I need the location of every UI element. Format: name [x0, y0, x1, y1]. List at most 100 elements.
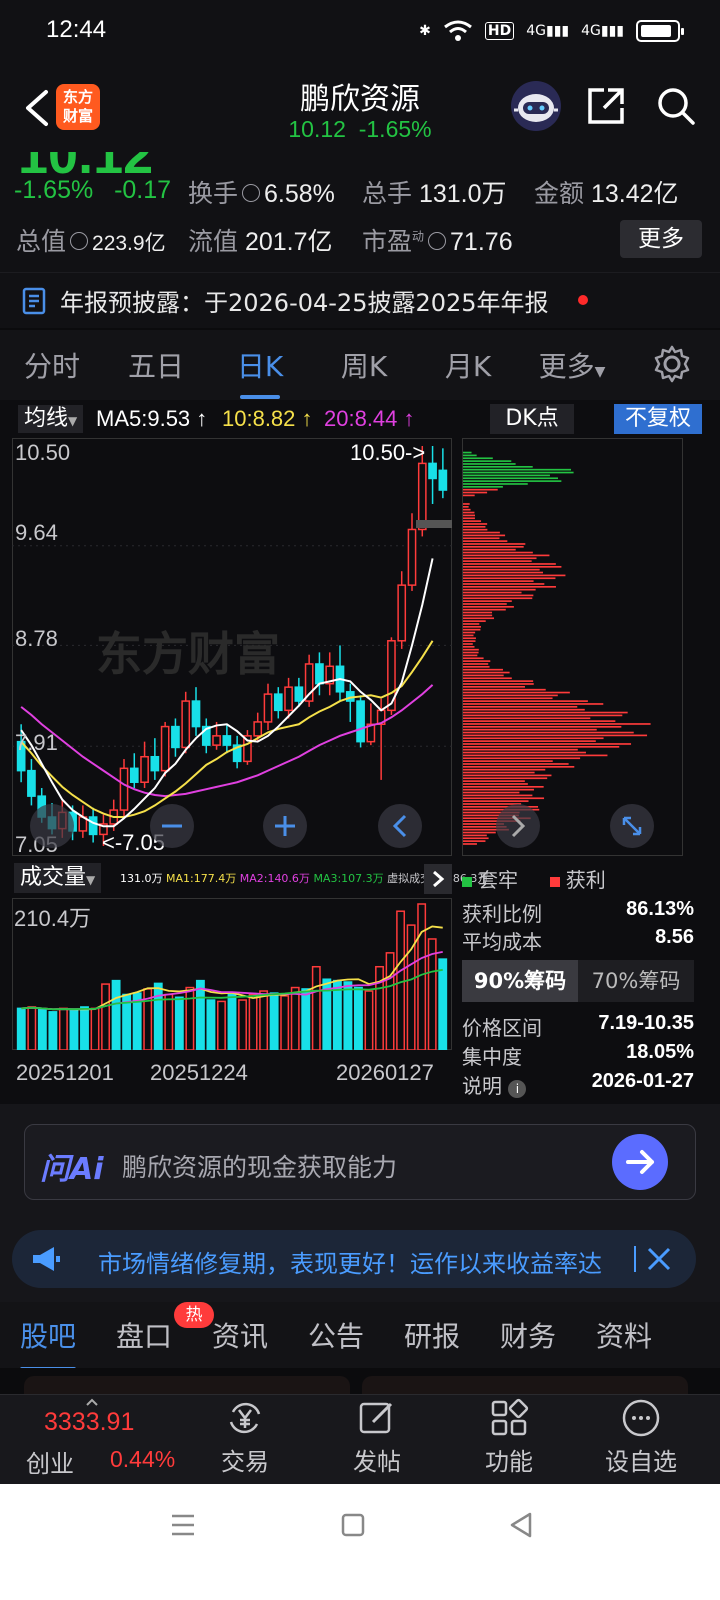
ma-selector[interactable]: 均线▼: [18, 405, 84, 433]
chip-bar: [463, 734, 648, 737]
amount-value: 13.42亿: [590, 180, 679, 208]
chart-edit-button[interactable]: [30, 804, 74, 848]
share-icon[interactable]: [586, 86, 626, 126]
period-tabs: 分时 五日 日K 周K 月K 更多▼: [0, 330, 720, 400]
info-icon: i: [508, 1080, 527, 1098]
tab-research[interactable]: 研报: [384, 1315, 480, 1355]
chip-bar: [463, 457, 493, 460]
pe-sup: 动: [412, 229, 425, 244]
peek-card-left[interactable]: [24, 1376, 350, 1394]
tab-functions[interactable]: 功能: [454, 1398, 564, 1477]
tab-trade[interactable]: 交易: [190, 1398, 300, 1477]
search-icon[interactable]: [656, 86, 696, 126]
tab-trade-label: 交易: [221, 1448, 269, 1476]
chip-bar: [463, 788, 534, 791]
chip-bar: [463, 766, 575, 768]
ai-submit-button[interactable]: [612, 1134, 668, 1190]
profit-ratio-row: 获利比例 86.13%: [462, 898, 694, 927]
volume-bar: [301, 988, 311, 1050]
tab-daily-k[interactable]: 日K: [208, 345, 312, 399]
tab-post[interactable]: 发帖: [322, 1398, 432, 1477]
legend-profit: 获利: [565, 868, 606, 892]
annual-report-notice[interactable]: 年报预披露：于2026-04-25披露2025年年报: [0, 272, 720, 328]
ma5-readout: MA5:9.53 ↑: [96, 406, 208, 431]
index-name[interactable]: 创业: [26, 1444, 74, 1479]
dk-point-button[interactable]: DK点: [490, 404, 574, 434]
tab-monthly-k[interactable]: 月K: [416, 345, 520, 385]
date-label-0: 20251201: [16, 1060, 114, 1085]
chip-bar: [463, 611, 493, 614]
chip-bar: [463, 674, 504, 677]
float-value: 201.7亿: [244, 228, 333, 256]
candle: [27, 759, 36, 806]
ai-prompt[interactable]: 鹏欣资源的现金获取能力: [122, 1148, 397, 1184]
volume-bar: [111, 979, 121, 1050]
tab-more[interactable]: 更多▼: [520, 345, 624, 385]
scroll-left-button[interactable]: [378, 804, 422, 848]
kline-chart[interactable]: 东方财富 10.50 9.64 8.78 7.91 7.05 10.50-> <…: [12, 438, 452, 856]
chip-bar: [463, 774, 552, 777]
peek-card-right[interactable]: [362, 1376, 688, 1394]
tab-intraday[interactable]: 分时: [0, 345, 104, 385]
unread-dot: [578, 295, 588, 305]
volume-chart[interactable]: 210.4万: [12, 898, 452, 1050]
no-adjust-button[interactable]: 不复权: [614, 404, 702, 434]
chip-bar: [463, 660, 491, 662]
chip-legend: 套牢 获利: [462, 864, 606, 893]
more-button[interactable]: 更多: [620, 220, 702, 258]
tab-weekly-k[interactable]: 周K: [312, 345, 416, 385]
menu-icon[interactable]: [168, 1510, 198, 1540]
chip-bar: [463, 620, 486, 622]
tab-announcements[interactable]: 公告: [288, 1315, 384, 1355]
chip-bar: [463, 526, 486, 528]
chip-bar: [463, 451, 472, 454]
tab-chips-90[interactable]: 90%筹码: [462, 960, 578, 1002]
index-change[interactable]: 0.44%: [110, 1446, 175, 1473]
volume-bar: [238, 999, 247, 1050]
close-icon[interactable]: [646, 1246, 672, 1272]
tab-chips-70[interactable]: 70%筹码: [578, 960, 694, 1002]
tab-five-day[interactable]: 五日: [104, 345, 208, 385]
info-icon[interactable]: [242, 184, 261, 203]
chip-bar: [463, 680, 534, 682]
candle: [304, 654, 314, 707]
chip-bar: [463, 708, 585, 711]
chip-bar: [463, 523, 488, 525]
pe-label: 市盈: [362, 227, 413, 256]
indicator-expand-button[interactable]: [424, 864, 452, 894]
chip-bar: [463, 786, 544, 788]
tab-profile[interactable]: 资料: [576, 1315, 672, 1355]
chip-bar: [463, 597, 533, 600]
pe-value: 71.76: [450, 228, 513, 256]
volume-label: 总手: [362, 179, 413, 208]
candle: [335, 645, 345, 702]
tab-guba[interactable]: 股吧: [0, 1315, 96, 1371]
volume-bar: [269, 992, 279, 1050]
gear-icon[interactable]: [652, 344, 692, 384]
mktcap-label: 总值: [16, 227, 67, 256]
volume-selector[interactable]: 成交量▼: [14, 863, 102, 893]
ma-selector-label: 均线: [24, 406, 69, 431]
tab-financials[interactable]: 财务: [480, 1315, 576, 1355]
tab-add-watchlist[interactable]: 设自选: [586, 1398, 696, 1477]
index-value[interactable]: 3333.91: [44, 1408, 134, 1437]
trap-swatch: [462, 877, 472, 887]
home-icon[interactable]: [338, 1510, 368, 1540]
chip-bar: [463, 586, 556, 588]
volume-max-label: 210.4万: [14, 906, 91, 931]
info-icon[interactable]: [70, 232, 89, 251]
y-tick-0: 10.50: [15, 440, 70, 465]
chip-bar: [463, 688, 546, 691]
hd-icon: HD: [484, 22, 515, 40]
note-label-wrap[interactable]: 说明 i: [462, 1070, 527, 1099]
ai-robot-icon[interactable]: [510, 80, 562, 132]
chip-forward-button[interactable]: [496, 804, 540, 848]
chip-bar: [463, 706, 578, 708]
chip-distribution-chart[interactable]: [462, 438, 694, 856]
change-value: -0.17: [114, 176, 172, 204]
nav-back-icon[interactable]: [506, 1510, 536, 1540]
info-icon[interactable]: [428, 232, 447, 251]
caret-down-icon: ▼: [594, 364, 606, 380]
volume-bar: [385, 952, 395, 1050]
chip-bar: [463, 757, 581, 760]
